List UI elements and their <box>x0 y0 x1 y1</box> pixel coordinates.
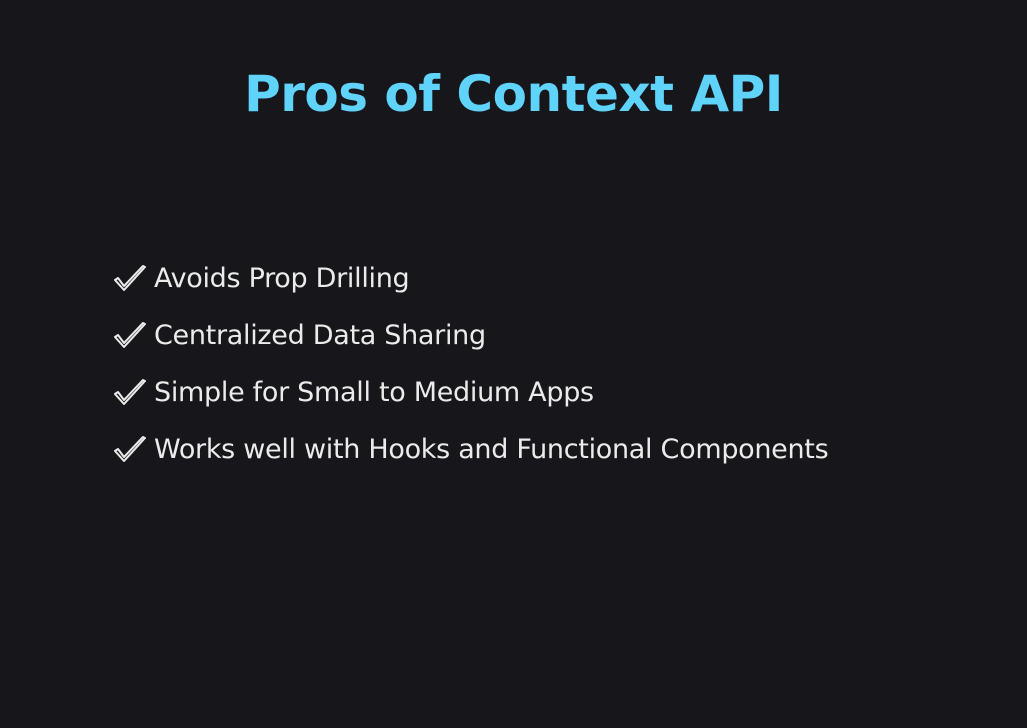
check-mark-icon <box>112 264 148 294</box>
slide-title: Pros of Context API <box>244 65 783 123</box>
list-item-text: Works well with Hooks and Functional Com… <box>154 434 829 465</box>
check-mark-icon <box>112 378 148 408</box>
list-item: Simple for Small to Medium Apps <box>112 364 828 421</box>
list-item-text: Simple for Small to Medium Apps <box>154 377 594 408</box>
list-item: Avoids Prop Drilling <box>112 250 828 307</box>
pros-list: Avoids Prop Drilling Centralized Data Sh… <box>112 250 829 478</box>
list-item: Centralized Data Sharing <box>112 307 828 364</box>
check-mark-icon <box>112 435 148 465</box>
check-mark-icon <box>112 321 148 351</box>
list-item-text: Centralized Data Sharing <box>154 320 486 351</box>
list-item: Works well with Hooks and Functional Com… <box>112 421 829 478</box>
list-item-text: Avoids Prop Drilling <box>154 263 410 294</box>
slide: Pros of Context API Avoids Prop Drilling… <box>0 0 1027 728</box>
